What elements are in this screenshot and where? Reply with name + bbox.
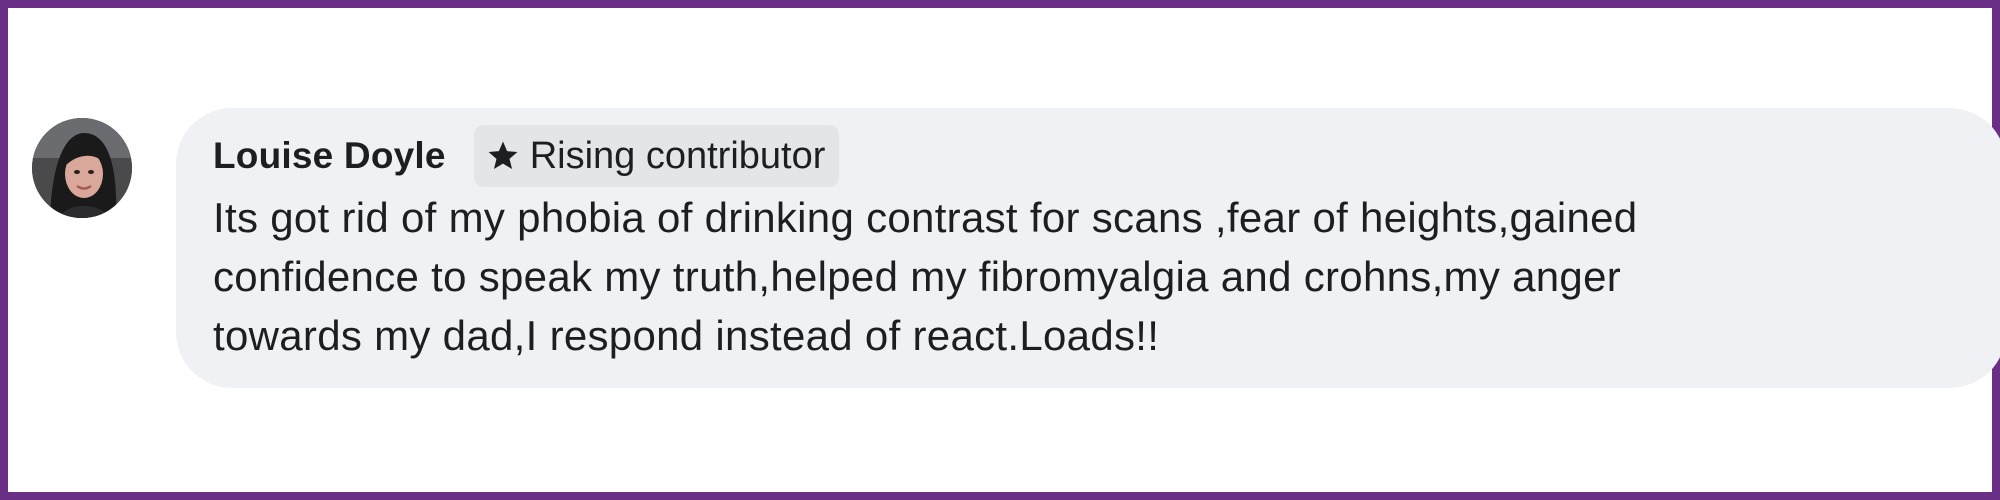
comment-header: Louise Doyle Rising contributor [213,124,1966,188]
comment-bubble: Louise Doyle Rising contributor Its got … [176,108,2000,388]
avatar[interactable] [32,118,132,218]
screenshot-frame: Louise Doyle Rising contributor Its got … [0,0,2000,500]
author-name[interactable]: Louise Doyle [213,135,446,177]
comment: Louise Doyle Rising contributor Its got … [32,108,2000,388]
comment-text: Its got rid of my phobia of drinking con… [213,194,1638,359]
rising-contributor-badge[interactable]: Rising contributor [473,125,840,187]
avatar-photo [32,118,132,218]
badge-label: Rising contributor [529,134,826,177]
star-icon [488,141,518,170]
